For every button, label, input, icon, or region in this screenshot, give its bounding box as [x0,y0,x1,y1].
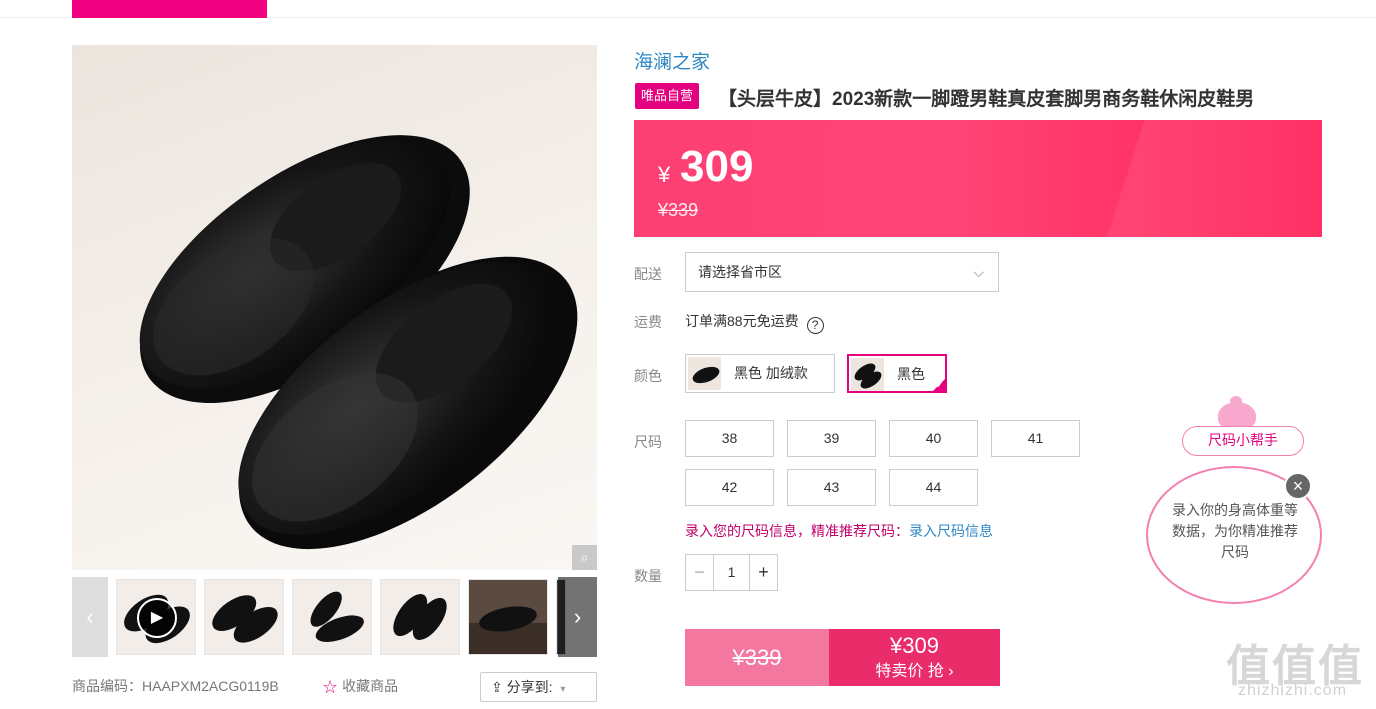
currency-symbol: ¥ [658,162,671,187]
size-helper-text: 录入你的身高体重等数据，为你精准推荐尺码 [1172,502,1298,560]
quantity-decrease-button[interactable]: − [686,555,714,590]
size-helper-tag[interactable]: 尺码小帮手 [1182,426,1304,456]
buy-now-button[interactable]: ¥309 特卖价 抢 › [829,629,1000,686]
thumbnail-item[interactable] [468,579,548,655]
share-button[interactable]: ⇪ 分享到: ▾ [480,672,597,702]
quantity-stepper: − 1 + [685,554,778,591]
main-product-image[interactable] [72,45,597,570]
size-option[interactable]: 39 [787,420,876,457]
region-select[interactable]: 请选择省市区 ⌵ [685,252,999,292]
shipping-text: 订单满88元免运费 [685,313,799,329]
thumbnail-item[interactable] [292,579,372,655]
original-price-button[interactable]: ¥339 [685,629,829,686]
play-icon[interactable]: ▶ [137,598,177,638]
thumbnail-next-button[interactable]: › [558,577,597,657]
star-icon: ☆ [322,677,339,697]
size-option[interactable]: 42 [685,469,774,506]
product-code: 商品编码：HAAPXM2ACG0119B [72,678,279,694]
size-helper-widget: 尺码小帮手 录入你的身高体重等数据，为你精准推荐尺码 × [1146,396,1326,610]
chevron-down-icon: ⌵ [973,264,984,280]
price-banner: ¥ 309 ¥339 [634,120,1322,237]
thumbnail-prev-button[interactable]: ‹ [72,577,108,657]
size-option[interactable]: 41 [991,420,1080,457]
magnifier-icon[interactable]: ⌕ [572,545,597,570]
quantity-input[interactable]: 1 [714,555,749,590]
buy-action-label: 特卖价 抢 › [875,663,954,680]
region-select-value: 请选择省市区 [698,264,782,280]
color-option-name: 黑色 加绒款 [734,365,808,381]
quantity-increase-button[interactable]: + [749,555,777,590]
buy-price: ¥309 [890,633,939,658]
color-swatch-image [688,357,721,390]
help-icon[interactable]: ? [806,317,824,334]
thumbnail-item[interactable] [380,579,460,655]
self-operated-badge: 唯品自营 [635,83,700,109]
size-option[interactable]: 44 [889,469,978,506]
size-label: 尺码 [634,434,662,450]
color-option-name: 黑色 [897,366,925,382]
chevron-down-icon: ▾ [560,684,566,695]
favorite-button[interactable]: ☆ 收藏商品 [322,676,398,698]
check-icon: ✓ [935,380,944,391]
thumbnail-item[interactable] [204,579,284,655]
thumbnail-strip: ‹ ▶ › [72,577,597,657]
top-navigation-bar [0,0,1376,18]
delivery-label: 配送 [634,266,662,282]
close-icon[interactable]: × [1284,472,1312,500]
size-hint: 录入您的尺码信息，精准推荐尺码：录入尺码信息 [685,521,993,541]
size-hint-text: 录入您的尺码信息，精准推荐尺码： [685,523,909,539]
share-icon: ⇪ [491,679,503,695]
size-option[interactable]: 43 [787,469,876,506]
thumbnail-video[interactable]: ▶ [116,579,196,655]
color-option-black[interactable]: 黑色 ✓ [847,354,947,393]
shipping-label: 运费 [634,314,662,330]
shipping-info: 订单满88元免运费? [685,311,824,334]
size-info-link[interactable]: 录入尺码信息 [909,523,993,539]
brand-link[interactable]: 海澜之家 [634,47,710,74]
color-label: 颜色 [634,368,662,384]
color-option-velvet[interactable]: 黑色 加绒款 [685,354,835,393]
favorite-label: 收藏商品 [342,678,399,694]
share-label: 分享到: [506,679,553,695]
color-swatch-image [851,358,884,391]
product-title: 【头层牛皮】2023新款一脚蹬男鞋真皮套脚男商务鞋休闲皮鞋男 [718,89,1255,110]
size-option[interactable]: 40 [889,420,978,457]
nav-active-tab[interactable] [72,0,267,18]
original-price: ¥339 [658,200,699,220]
size-option[interactable]: 38 [685,420,774,457]
shoes-illustration [139,135,578,550]
quantity-label: 数量 [634,568,662,584]
current-price: 309 [680,142,754,191]
watermark-site: zhizhizhi.com [1238,682,1348,699]
banner-highlight [1086,120,1322,237]
